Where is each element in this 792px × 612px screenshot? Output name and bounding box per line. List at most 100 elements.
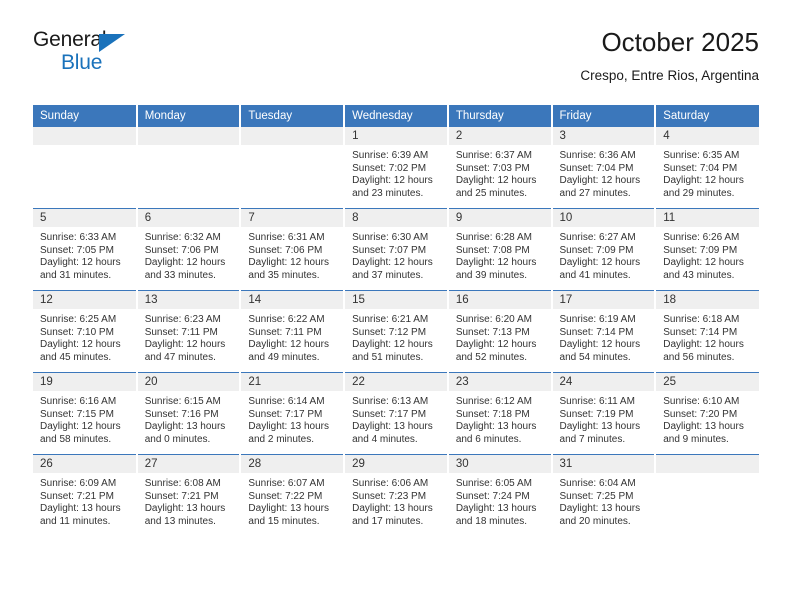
- sunset-text: Sunset: 7:08 PM: [455, 244, 530, 256]
- daylight-text-line2: and 56 minutes.: [663, 351, 735, 363]
- calendar-day-cell[interactable]: 16 Sunrise: 6:20 AM Sunset: 7:13 PM Dayligh…: [447, 290, 553, 373]
- sunrise-text: Sunrise: 6:30 AM: [352, 232, 429, 243]
- sunset-text: Sunset: 7:19 PM: [559, 408, 634, 420]
- calendar-day-cell[interactable]: 9 Sunrise: 6:28 AM Sunset: 7:08 PM Daylight…: [447, 208, 553, 291]
- day-number: 14: [241, 291, 344, 309]
- daylight-text-line2: and 17 minutes.: [352, 515, 424, 527]
- day-number: 30: [448, 455, 551, 473]
- calendar-day-cell[interactable]: 2 Sunrise: 6:37 AM Sunset: 7:03 PM Daylight…: [447, 127, 553, 209]
- sunrise-text: Sunrise: 6:14 AM: [248, 396, 325, 407]
- calendar-day-cell[interactable]: 19 Sunrise: 6:16 AM Sunset: 7:15 PM Dayligh…: [33, 372, 138, 455]
- day-number: 9: [448, 209, 551, 227]
- day-number: 26: [33, 455, 136, 473]
- calendar-day-cell[interactable]: 5 Sunrise: 6:33 AM Sunset: 7:05 PM Daylight…: [33, 208, 138, 291]
- daylight-text-line1: Daylight: 13 hours: [455, 421, 537, 433]
- sunrise-text: Sunrise: 6:26 AM: [663, 232, 740, 243]
- sunset-text: Sunset: 7:11 PM: [144, 326, 218, 338]
- sunrise-text: Sunrise: 6:15 AM: [144, 396, 221, 407]
- calendar-day-cell[interactable]: 30 Sunrise: 6:05 AM Sunset: 7:24 PM Dayligh…: [447, 454, 553, 536]
- calendar-day-cell[interactable]: 1 Sunrise: 6:39 AM Sunset: 7:02 PM Daylight…: [344, 127, 449, 209]
- daylight-text-line2: and 0 minutes.: [144, 433, 211, 445]
- daylight-text-line1: Daylight: 12 hours: [144, 257, 226, 269]
- daylight-text-line1: Daylight: 12 hours: [455, 339, 537, 351]
- sunset-text: Sunset: 7:02 PM: [352, 162, 427, 174]
- page-header: General Blue October 2025 Crespo, Entre …: [33, 27, 759, 100]
- calendar-day-cell-empty: [655, 454, 759, 536]
- daylight-text-line1: Daylight: 12 hours: [559, 339, 641, 351]
- calendar-day-cell[interactable]: 8 Sunrise: 6:30 AM Sunset: 7:07 PM Daylight…: [344, 208, 449, 291]
- sunrise-text: Sunrise: 6:13 AM: [352, 396, 429, 407]
- calendar-day-cell[interactable]: 13 Sunrise: 6:23 AM Sunset: 7:11 PM Dayligh…: [136, 290, 242, 373]
- calendar-day-cell[interactable]: 18 Sunrise: 6:18 AM Sunset: 7:14 PM Dayligh…: [655, 290, 759, 373]
- day-number: 2: [448, 127, 551, 145]
- sunset-text: Sunset: 7:22 PM: [248, 490, 323, 502]
- calendar-day-cell[interactable]: 27 Sunrise: 6:08 AM Sunset: 7:21 PM Dayligh…: [136, 454, 242, 536]
- sunset-text: Sunset: 7:24 PM: [455, 490, 530, 502]
- daylight-text-line1: Daylight: 12 hours: [248, 339, 330, 351]
- day-details: Sunrise: 6:31 AM Sunset: 7:06 PM Daylight:…: [241, 227, 344, 290]
- calendar-day-cell[interactable]: 3 Sunrise: 6:36 AM Sunset: 7:04 PM Daylight…: [551, 127, 657, 209]
- daylight-text-line2: and 45 minutes.: [40, 351, 112, 363]
- daylight-text-line1: Daylight: 12 hours: [663, 339, 744, 351]
- daylight-text-line2: and 18 minutes.: [455, 515, 527, 527]
- calendar-day-cell[interactable]: 20 Sunrise: 6:15 AM Sunset: 7:16 PM Dayligh…: [136, 372, 242, 455]
- sunrise-text: Sunrise: 6:23 AM: [144, 314, 221, 325]
- calendar-day-cell[interactable]: 6 Sunrise: 6:32 AM Sunset: 7:06 PM Daylight…: [136, 208, 242, 291]
- calendar-day-cell[interactable]: 22 Sunrise: 6:13 AM Sunset: 7:17 PM Dayligh…: [344, 372, 449, 455]
- sunrise-text: Sunrise: 6:36 AM: [559, 150, 636, 161]
- calendar-day-cell[interactable]: 12 Sunrise: 6:25 AM Sunset: 7:10 PM Dayligh…: [33, 290, 138, 373]
- calendar-day-cell[interactable]: 7 Sunrise: 6:31 AM Sunset: 7:06 PM Daylight…: [240, 208, 346, 291]
- calendar-week-row: 1 Sunrise: 6:39 AM Sunset: 7:02 PM Daylight…: [33, 127, 759, 209]
- day-details: [33, 145, 136, 208]
- day-details: [137, 145, 240, 208]
- sunset-text: Sunset: 7:25 PM: [559, 490, 634, 502]
- calendar-day-cell-empty: [33, 127, 138, 209]
- day-details: Sunrise: 6:12 AM Sunset: 7:18 PM Daylight:…: [448, 391, 551, 454]
- day-details: Sunrise: 6:10 AM Sunset: 7:20 PM Daylight:…: [656, 391, 759, 454]
- day-details: Sunrise: 6:04 AM Sunset: 7:25 PM Daylight:…: [552, 473, 655, 536]
- sunset-text: Sunset: 7:14 PM: [663, 326, 738, 338]
- calendar-day-cell[interactable]: 25 Sunrise: 6:10 AM Sunset: 7:20 PM Dayligh…: [655, 372, 759, 455]
- daylight-text-line1: Daylight: 12 hours: [352, 339, 433, 351]
- calendar-day-cell[interactable]: 15 Sunrise: 6:21 AM Sunset: 7:12 PM Dayligh…: [344, 290, 449, 373]
- sunrise-text: Sunrise: 6:20 AM: [455, 314, 532, 325]
- day-details: Sunrise: 6:20 AM Sunset: 7:13 PM Daylight:…: [448, 309, 551, 372]
- calendar-day-cell[interactable]: 26 Sunrise: 6:09 AM Sunset: 7:21 PM Dayligh…: [33, 454, 138, 536]
- daylight-text-line1: Daylight: 13 hours: [248, 503, 330, 515]
- daylight-text-line2: and 31 minutes.: [40, 269, 112, 281]
- daylight-text-line1: Daylight: 12 hours: [455, 257, 537, 269]
- calendar-day-cell[interactable]: 29 Sunrise: 6:06 AM Sunset: 7:23 PM Dayligh…: [344, 454, 449, 536]
- calendar-week-row: 19 Sunrise: 6:16 AM Sunset: 7:15 PM Dayligh…: [33, 372, 759, 455]
- daylight-text-line1: Daylight: 13 hours: [455, 503, 537, 515]
- weekday-header-friday: Friday: [551, 105, 657, 127]
- day-number: 11: [656, 209, 759, 227]
- day-number: 23: [448, 373, 551, 391]
- sunset-text: Sunset: 7:15 PM: [40, 408, 114, 420]
- calendar-day-cell[interactable]: 11 Sunrise: 6:26 AM Sunset: 7:09 PM Dayligh…: [655, 208, 759, 291]
- page-subtitle: Crespo, Entre Rios, Argentina: [580, 68, 759, 83]
- day-number: 1: [345, 127, 447, 145]
- calendar-day-cell[interactable]: 21 Sunrise: 6:14 AM Sunset: 7:17 PM Dayligh…: [240, 372, 346, 455]
- sunset-text: Sunset: 7:13 PM: [455, 326, 530, 338]
- sunrise-text: Sunrise: 6:33 AM: [40, 232, 117, 243]
- day-details: Sunrise: 6:36 AM Sunset: 7:04 PM Daylight:…: [552, 145, 655, 208]
- daylight-text-line2: and 47 minutes.: [144, 351, 216, 363]
- daylight-text-line1: Daylight: 12 hours: [663, 175, 744, 187]
- day-number: 10: [552, 209, 655, 227]
- calendar-day-cell[interactable]: 17 Sunrise: 6:19 AM Sunset: 7:14 PM Dayligh…: [551, 290, 657, 373]
- daylight-text-line1: Daylight: 13 hours: [144, 421, 226, 433]
- day-number: [656, 455, 759, 473]
- daylight-text-line2: and 6 minutes.: [455, 433, 522, 445]
- daylight-text-line1: Daylight: 13 hours: [559, 503, 641, 515]
- day-number: 13: [137, 291, 240, 309]
- calendar-day-cell[interactable]: 31 Sunrise: 6:04 AM Sunset: 7:25 PM Dayligh…: [551, 454, 657, 536]
- daylight-text-line1: Daylight: 13 hours: [559, 421, 641, 433]
- sunrise-text: Sunrise: 6:10 AM: [663, 396, 740, 407]
- calendar-day-cell[interactable]: 4 Sunrise: 6:35 AM Sunset: 7:04 PM Daylight…: [655, 127, 759, 209]
- calendar-day-cell[interactable]: 14 Sunrise: 6:22 AM Sunset: 7:11 PM Dayligh…: [240, 290, 346, 373]
- calendar-day-cell[interactable]: 23 Sunrise: 6:12 AM Sunset: 7:18 PM Dayligh…: [447, 372, 553, 455]
- calendar-day-cell[interactable]: 24 Sunrise: 6:11 AM Sunset: 7:19 PM Dayligh…: [551, 372, 657, 455]
- sunset-text: Sunset: 7:04 PM: [559, 162, 634, 174]
- calendar-day-cell[interactable]: 28 Sunrise: 6:07 AM Sunset: 7:22 PM Dayligh…: [240, 454, 346, 536]
- calendar-day-cell[interactable]: 10 Sunrise: 6:27 AM Sunset: 7:09 PM Dayligh…: [551, 208, 657, 291]
